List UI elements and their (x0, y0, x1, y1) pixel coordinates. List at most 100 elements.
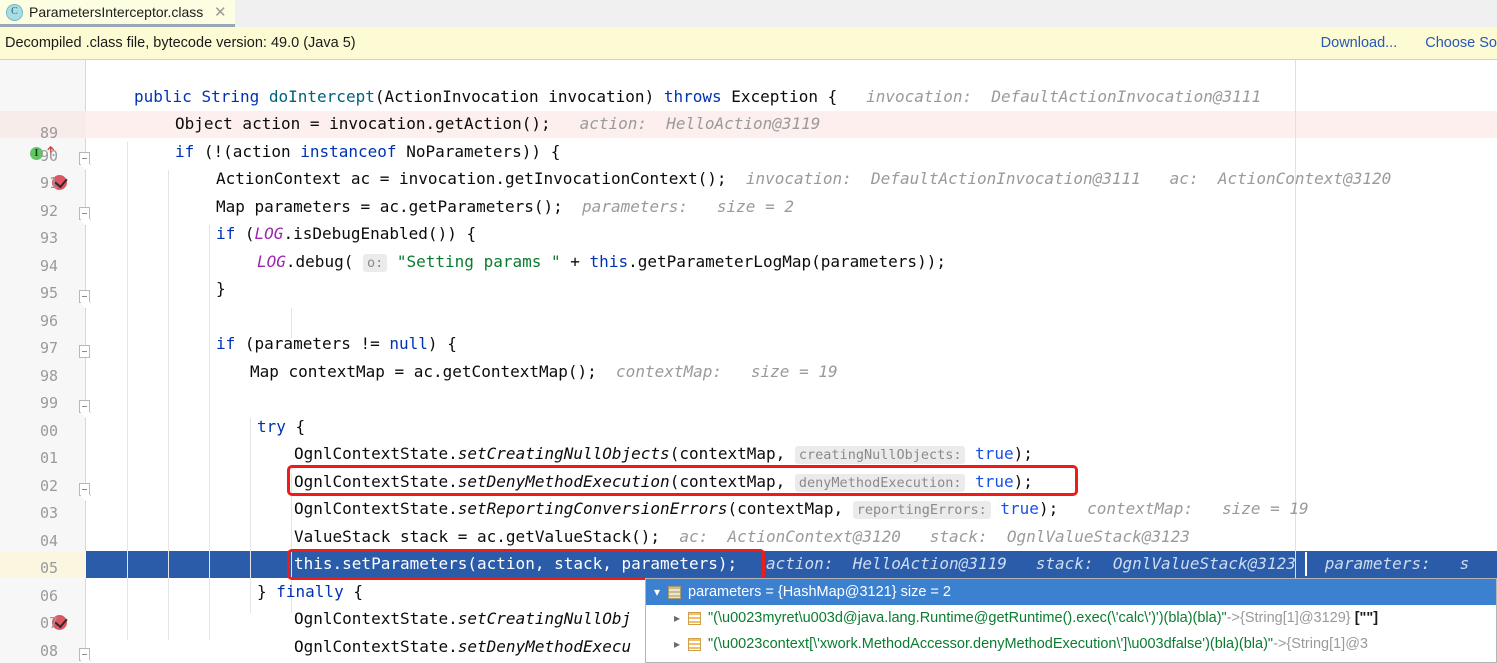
choose-sources-link[interactable]: Choose So (1425, 35, 1497, 51)
code-line-105[interactable]: OgnlContextState.setReportingConversionE… (294, 495, 1309, 523)
line-number: 99 (39, 394, 58, 412)
code-line-104[interactable]: OgnlContextState.setDenyMethodExecution(… (294, 468, 1033, 496)
keyword-if: if (216, 334, 236, 353)
popup-row-parameters[interactable]: ▾ parameters = {HashMap@3121} size = 2 (646, 579, 1496, 605)
code-line-90[interactable]: public String doIntercept(ActionInvocati… (134, 83, 1261, 111)
debug-inline-hint[interactable]: parameters: s (1325, 554, 1470, 573)
closing-brace: } (216, 279, 226, 298)
chevron-right-icon[interactable]: ▸ (666, 611, 688, 625)
code-line-103[interactable]: OgnlContextState.setCreatingNullObjects(… (294, 440, 1033, 468)
debug-inline-hint[interactable]: contextMap: size = 19 (616, 362, 838, 381)
static-method-name: setCreatingNullObj (457, 609, 632, 628)
popup-entry-key: "(\u0023myret\u003d@java.lang.Runtime@ge… (708, 610, 1227, 626)
condition-part: (!(action (194, 141, 301, 161)
map-entry-icon (688, 611, 701, 625)
parameter-hint-chip[interactable]: reportingErrors: (852, 501, 991, 519)
editor-tab-parametersinterceptor[interactable]: C ParametersInterceptor.class ✕ (0, 0, 236, 27)
condition-part: ) { (427, 334, 457, 353)
boolean-literal: true (975, 471, 1014, 491)
statement: Object action = invocation.getAction(); (175, 114, 551, 133)
popup-variable-label: parameters = {HashMap@3121} size = 2 (688, 584, 951, 600)
debug-inline-hint[interactable]: invocation: DefaultActionInvocation@3111 (746, 169, 1141, 188)
boolean-literal: true (1000, 499, 1039, 518)
keyword-if: if (216, 224, 236, 243)
debug-inline-hint[interactable]: ac: ActionContext@3120 (679, 527, 901, 546)
line-number: 05 (39, 559, 58, 577)
text-caret (1305, 552, 1307, 576)
editor-tab-bar: C ParametersInterceptor.class ✕ (0, 0, 1497, 28)
static-field-log: LOG (254, 224, 284, 243)
code-line-108[interactable]: } finally { (257, 578, 363, 606)
code-editor[interactable]: I ↑ 89 90 91 92 93 94 95 96 97 98 99 00 … (0, 60, 1497, 663)
line-number: 06 (39, 586, 58, 605)
chevron-down-icon[interactable]: ▾ (646, 585, 668, 599)
line-number: 94 (39, 256, 58, 275)
class-ref: OgnlContextState. (294, 636, 458, 656)
code-line-109[interactable]: OgnlContextState.setCreatingNullObj (294, 605, 631, 633)
code-line-96[interactable]: LOG.debug( o: "Setting params " + this.g… (257, 248, 946, 276)
parameter-hint-chip[interactable]: creatingNullObjects: (794, 446, 966, 464)
java-class-icon: C (6, 3, 23, 21)
download-link[interactable]: Download... (1321, 35, 1398, 51)
code-line-91[interactable]: Object action = invocation.getAction(); … (175, 110, 820, 138)
parameter-hint-chip[interactable]: denyMethodExecution: (794, 473, 966, 492)
popup-entry-type: {String[1]@3129} (1239, 610, 1351, 626)
debugger-value-popup[interactable]: ▾ parameters = {HashMap@3121} size = 2 ▸… (645, 578, 1497, 663)
keyword-null: null (389, 334, 428, 353)
code-line-92[interactable]: if (!(action instanceof NoParameters)) { (175, 138, 560, 166)
static-method-name: setCreatingNullObjects (457, 444, 670, 463)
operator: + (560, 251, 590, 271)
code-line-110[interactable]: OgnlContextState.setDenyMethodExecu (294, 633, 631, 661)
parameter-hint-chip[interactable]: o: (362, 253, 388, 272)
string-literal: "Setting params " (396, 251, 561, 271)
popup-row-entry[interactable]: ▸ "(\u0023context[\'xwork.MethodAccessor… (646, 631, 1496, 657)
debug-inline-hint[interactable]: stack: OgnlValueStack@3123 (930, 527, 1190, 546)
line-number: 98 (39, 366, 58, 385)
code-line-94[interactable]: Map parameters = ac.getParameters(); par… (216, 193, 794, 221)
banner-message: Decompiled .class file, bytecode version… (5, 35, 356, 51)
debug-inline-hint[interactable]: action: HelloAction@3119 (580, 114, 821, 133)
method-params: (ActionInvocation invocation) (374, 86, 664, 106)
debug-inline-hint[interactable]: stack: OgnlValueStack@3123 (1036, 554, 1296, 573)
debug-inline-hint[interactable]: parameters: size = 2 (582, 197, 794, 216)
debug-inline-hint[interactable]: action: HelloAction@3119 (766, 554, 1007, 573)
map-entry-icon (688, 637, 701, 651)
code-line-100[interactable]: Map contextMap = ac.getContextMap(); con… (250, 358, 838, 386)
code-line-99[interactable]: if (parameters != null) { (216, 330, 457, 358)
debug-inline-hint[interactable]: ac: ActionContext@3120 (1170, 169, 1392, 188)
close-icon[interactable]: ✕ (213, 5, 227, 20)
static-method-name: setDenyMethodExecu (457, 636, 632, 656)
code-line-93[interactable]: ActionContext ac = invocation.getInvocat… (216, 165, 1391, 193)
debug-inline-hint[interactable]: contextMap: size = 19 (1087, 499, 1309, 518)
popup-entry-type: {String[1]@3 (1286, 636, 1368, 652)
closing-brace: } (257, 581, 277, 601)
call-end: ); (1013, 471, 1033, 491)
debug-inline-hint[interactable]: invocation: DefaultActionInvocation@3111 (866, 87, 1261, 106)
class-ref: OgnlContextState. (294, 609, 458, 628)
statement-current: this.setParameters(action, stack, parame… (294, 554, 738, 573)
statement: ActionContext ac = invocation.getInvocat… (216, 169, 727, 188)
boolean-literal: true (975, 444, 1014, 463)
method-name: doIntercept (268, 86, 375, 106)
chevron-right-icon[interactable]: ▸ (666, 637, 688, 651)
class-ref: OgnlContextState. (294, 499, 458, 518)
type-string: String (201, 86, 260, 106)
keyword-if: if (175, 141, 195, 161)
line-number: 97 (39, 339, 58, 357)
class-ref: OgnlContextState. (294, 444, 458, 463)
code-line-106[interactable]: ValueStack stack = ac.getValueStack(); a… (294, 523, 1190, 551)
keyword-finally: finally (276, 581, 344, 601)
call-part: .debug( (285, 251, 363, 271)
editor-tab-label: ParametersInterceptor.class (29, 4, 204, 20)
code-line-95[interactable]: if (LOG.isDebugEnabled()) { (216, 220, 476, 248)
code-line-97[interactable]: } (216, 275, 226, 303)
popup-row-entry[interactable]: ▸ "(\u0023myret\u003d@java.lang.Runtime@… (646, 605, 1496, 631)
condition-part: ( (235, 224, 255, 243)
line-number: 96 (39, 311, 58, 330)
popup-entry-arrow: -> (1226, 610, 1240, 626)
code-line-107[interactable]: this.setParameters(action, stack, parame… (294, 550, 1469, 578)
keyword-this: this (589, 251, 629, 271)
popup-entry-arrow: -> (1273, 636, 1287, 652)
static-method-name: setDenyMethodExecution (457, 471, 670, 491)
code-line-102[interactable]: try { (257, 413, 305, 441)
